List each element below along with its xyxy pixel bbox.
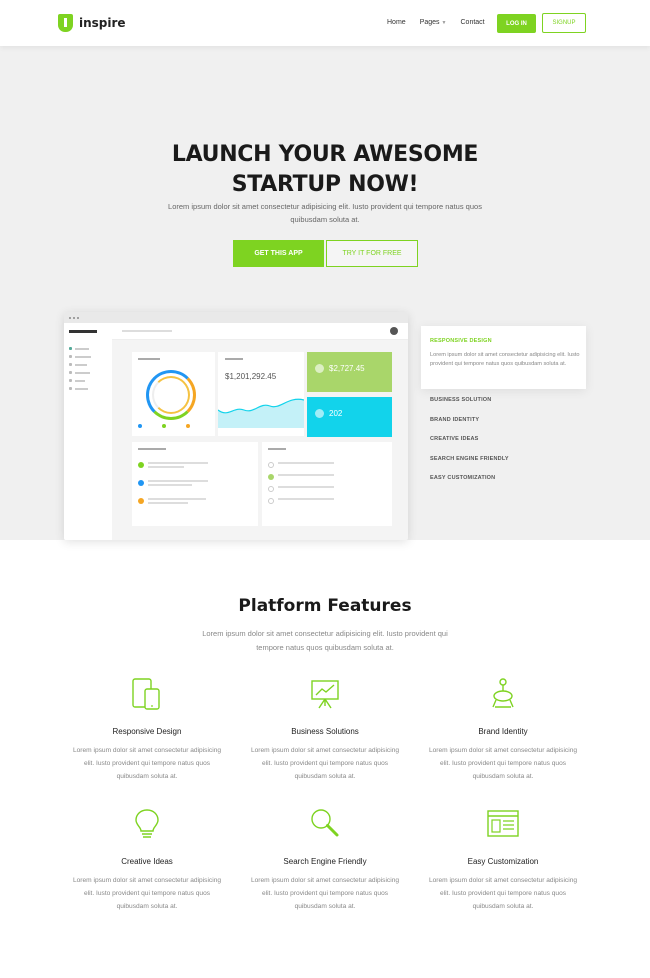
feature-creative-ideas: Creative Ideas Lorem ipsum dolor sit ame… (67, 806, 227, 913)
features-title: Platform Features (238, 596, 412, 616)
earnings-value: $1,201,292.45 (225, 372, 277, 381)
nav-links: Home Pages ▼ Contact (387, 19, 485, 26)
feature-tab-list: BUSINESS SOLUTION BRAND IDENTITY CREATIV… (430, 397, 590, 495)
top-navbar: inspire Home Pages ▼ Contact LOG IN SIGNU… (0, 0, 650, 46)
feature-tab-creative-ideas[interactable]: CREATIVE IDEAS (430, 436, 590, 456)
feature-text: Lorem ipsum dolor sit amet consectetur a… (72, 747, 222, 780)
hero-title-line-1: LAUNCH YOUR AWESOME (171, 142, 479, 167)
hero-section: LAUNCH YOUR AWESOME STARTUP NOW! Lorem i… (0, 46, 650, 540)
signup-button[interactable]: SIGNUP (542, 13, 586, 33)
get-app-button[interactable]: GET THIS APP (233, 240, 324, 267)
hero-title-line-2: STARTUP NOW! (231, 172, 419, 197)
magnifier-icon (311, 809, 339, 837)
hero-subtitle: Lorem ipsum dolor sit amet consectetur a… (168, 202, 482, 224)
feature-text: Lorem ipsum dolor sit amet consectetur a… (428, 747, 578, 780)
dashboard-mockup-image: $1,201,292.45 $2,727.45 202 (64, 312, 408, 540)
feature-responsive-design: Responsive Design Lorem ipsum dolor sit … (67, 676, 227, 783)
feature-name: Creative Ideas (121, 857, 173, 866)
nav-link-home[interactable]: Home (387, 19, 406, 26)
feature-name: Brand Identity (478, 727, 528, 736)
feature-text: Lorem ipsum dolor sit amet consectetur a… (250, 877, 400, 910)
feature-tab-brand-identity[interactable]: BRAND IDENTITY (430, 417, 590, 437)
feature-text: Lorem ipsum dolor sit amet consectetur a… (250, 747, 400, 780)
feature-text: Lorem ipsum dolor sit amet consectetur a… (72, 877, 222, 910)
active-feature-card[interactable]: RESPONSIVE DESIGN Lorem ipsum dolor sit … (421, 326, 586, 389)
mockup-sidebar (64, 323, 112, 540)
feature-name: Easy Customization (467, 857, 539, 866)
donut-card (132, 352, 215, 436)
active-feature-title: RESPONSIVE DESIGN (430, 338, 492, 344)
logo-text: inspire (79, 16, 126, 30)
users-icon (315, 409, 324, 418)
feature-name: Responsive Design (112, 727, 182, 736)
users-tile: 202 (307, 397, 392, 437)
nav-link-contact[interactable]: Contact (461, 19, 485, 26)
feature-name: Business Solutions (291, 727, 359, 736)
dollar-icon (315, 364, 324, 373)
checklist-card (262, 442, 392, 526)
nav-link-pages[interactable]: Pages ▼ (420, 19, 447, 26)
earnings-area-chart (218, 398, 304, 428)
feature-tab-search-engine-friendly[interactable]: SEARCH ENGINE FRIENDLY (430, 456, 590, 476)
earnings-card: $1,201,292.45 (218, 352, 304, 436)
browser-window-icon (487, 810, 519, 837)
login-button[interactable]: LOG IN (497, 14, 536, 33)
feature-tab-business-solution[interactable]: BUSINESS SOLUTION (430, 397, 590, 417)
tasks-card (132, 442, 258, 526)
window-dots (64, 312, 408, 323)
feature-search-engine-friendly: Search Engine Friendly Lorem ipsum dolor… (245, 806, 405, 913)
feature-tab-easy-customization[interactable]: EASY CUSTOMIZATION (430, 475, 590, 495)
revenue-tile: $2,727.45 (307, 352, 392, 392)
features-subtitle: Lorem ipsum dolor sit amet consectetur a… (202, 629, 448, 652)
revenue-tile-value: $2,727.45 (329, 364, 365, 373)
logo[interactable]: inspire (58, 14, 126, 32)
users-tile-value: 202 (329, 409, 343, 418)
devices-icon (132, 678, 160, 710)
brand-stamp-icon (492, 678, 514, 708)
feature-easy-customization: Easy Customization Lorem ipsum dolor sit… (423, 806, 583, 913)
hero-title: LAUNCH YOUR AWESOME STARTUP NOW! (0, 140, 650, 200)
lightbulb-icon (135, 809, 159, 838)
logo-icon (58, 14, 73, 32)
feature-text: Lorem ipsum dolor sit amet consectetur a… (428, 877, 578, 910)
active-feature-text: Lorem ipsum dolor sit amet consectetur a… (430, 352, 580, 367)
mockup-topbar (112, 323, 408, 340)
try-free-button[interactable]: TRY IT FOR FREE (326, 240, 418, 267)
feature-name: Search Engine Friendly (283, 857, 367, 866)
nav-link-pages-label: Pages (419, 19, 440, 26)
feature-business-solutions: Business Solutions Lorem ipsum dolor sit… (245, 676, 405, 783)
avatar (390, 327, 398, 335)
chevron-down-icon: ▼ (441, 20, 447, 26)
presentation-chart-icon (311, 680, 339, 709)
feature-brand-identity: Brand Identity Lorem ipsum dolor sit ame… (423, 676, 583, 783)
